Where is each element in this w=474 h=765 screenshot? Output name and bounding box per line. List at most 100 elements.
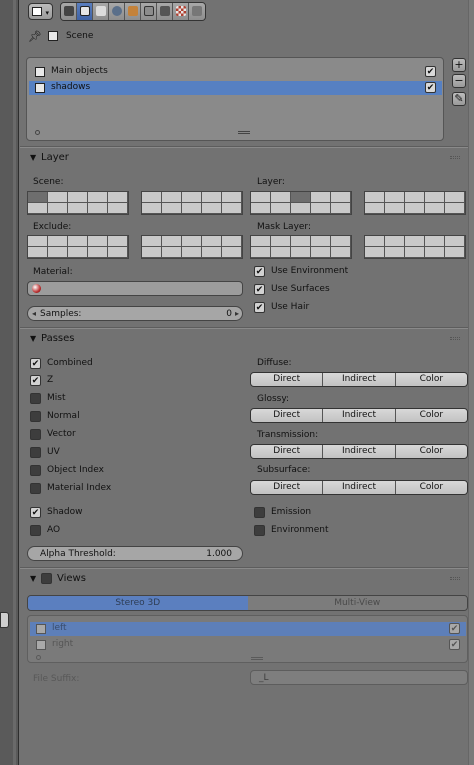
scene-layers-grid[interactable] [27,191,129,215]
tab-texture[interactable] [173,3,189,20]
use-surfaces-checkbox[interactable]: ✔ Use Surfaces [254,282,330,296]
glossy-indirect-button[interactable]: Indirect [323,409,396,422]
tab-object[interactable] [125,3,141,20]
pass-vector-checkbox[interactable]: Vector [30,427,76,441]
use-hair-checkbox[interactable]: ✔ Use Hair [254,300,309,314]
render-layer-layers-grid[interactable] [250,191,352,215]
exclude-layers-grid-2[interactable] [141,235,243,259]
scene-layers-grid-2[interactable] [141,191,243,215]
filter-options-toggle[interactable] [35,130,40,135]
tab-scene[interactable] [93,3,109,20]
tab-stereo-3d[interactable]: Stereo 3D [28,596,248,610]
checkbox-icon: ✔ [254,265,265,277]
panel-title: Layer [41,152,69,163]
decrement-arrow-icon[interactable]: ◂ [32,309,36,318]
passes-panel-header[interactable]: ▼ Passes [20,328,468,348]
use-environment-checkbox[interactable]: ✔ Use Environment [254,264,348,278]
filter-options-toggle[interactable] [36,655,41,660]
list-item[interactable]: left ✔ [30,622,466,636]
tab-render-layers[interactable] [77,3,93,20]
drag-grip-icon[interactable] [450,577,460,580]
subsurface-direct-button[interactable]: Direct [251,481,324,494]
render-layer-layers-grid-2[interactable] [364,191,466,215]
breadcrumb-scene-label: Scene [65,31,94,41]
left-editor-strip [0,0,19,765]
panel-title: Passes [41,333,75,344]
file-suffix-field[interactable]: _L [250,670,468,685]
alpha-threshold-slider[interactable]: Alpha Threshold: 1.000 [27,546,243,561]
pass-label: Shadow [47,507,83,517]
view-enabled-checkbox[interactable]: ✔ [449,639,460,650]
subsurface-color-button[interactable]: Color [395,481,467,494]
pass-mist-checkbox[interactable]: Mist [30,391,65,405]
transmission-color-button[interactable]: Color [395,445,467,458]
alpha-threshold-label: Alpha Threshold: [40,549,116,559]
views-panel-header[interactable]: ▼ Views [20,568,468,588]
glossy-color-button[interactable]: Color [395,409,467,422]
pass-material-index-checkbox[interactable]: Material Index [30,481,111,495]
list-resize-grip[interactable] [251,657,263,660]
subsurface-indirect-button[interactable]: Indirect [323,481,396,494]
drag-grip-icon[interactable] [450,156,460,159]
checkbox-icon: ✔ [30,374,41,386]
mask-layers-grid-2[interactable] [364,235,466,259]
pass-shadow-checkbox[interactable]: ✔ Shadow [30,505,83,519]
add-layer-button[interactable]: + [452,58,466,72]
list-item-label: Main objects [51,66,108,76]
tab-multi-view[interactable]: Multi-View [247,596,467,610]
pass-normal-checkbox[interactable]: Normal [30,409,80,423]
view-enabled-checkbox[interactable]: ✔ [449,623,460,634]
use-surfaces-label: Use Surfaces [271,284,330,294]
layer-enabled-checkbox[interactable]: ✔ [425,82,436,93]
pass-uv-checkbox[interactable]: UV [30,445,60,459]
transmission-indirect-button[interactable]: Indirect [323,445,396,458]
exclude-layers-grid[interactable] [27,235,129,259]
collapsed-region-tab[interactable] [0,612,9,628]
layer-panel-header[interactable]: ▼ Layer [20,147,468,167]
transmission-pass-buttons: Direct Indirect Color [250,444,468,459]
mask-layers-grid[interactable] [250,235,352,259]
pass-environment-checkbox[interactable]: Environment [254,523,328,537]
file-suffix-label: File Suffix: [33,674,80,684]
pass-ao-checkbox[interactable]: AO [30,523,60,537]
diffuse-direct-button[interactable]: Direct [251,373,324,386]
pass-object-index-checkbox[interactable]: Object Index [30,463,104,477]
list-resize-grip[interactable] [238,131,250,134]
tab-render[interactable] [61,3,77,20]
remove-layer-button[interactable]: − [452,74,466,88]
panel-scrollbar[interactable] [468,0,474,765]
tab-particles[interactable] [189,3,205,20]
pass-label: Emission [271,507,312,517]
views-format-tabs: Stereo 3D Multi-View [27,595,468,611]
tab-constraints[interactable] [141,3,157,20]
drag-grip-icon[interactable] [450,337,460,340]
glossy-direct-button[interactable]: Direct [251,409,324,422]
list-item[interactable]: right ✔ [30,638,466,652]
layer-enabled-checkbox[interactable]: ✔ [425,66,436,77]
pass-z-checkbox[interactable]: ✔ Z [30,373,53,387]
increment-arrow-icon[interactable]: ▸ [235,309,239,318]
pin-icon[interactable]: 📌︎ [28,30,42,43]
pass-combined-checkbox[interactable]: ✔ Combined [30,356,93,370]
tab-world[interactable] [109,3,125,20]
render-layer-icon [35,67,45,77]
editor-divider[interactable] [13,0,16,765]
views-enable-checkbox[interactable] [41,573,52,584]
material-override-field[interactable] [27,281,243,296]
list-item[interactable]: shadows ✔ [29,81,442,95]
editor-type-button[interactable]: ▾ [28,3,53,20]
render-layer-icon [35,83,45,93]
pass-label: Material Index [47,483,112,493]
collapse-triangle-icon: ▼ [30,334,37,343]
diffuse-indirect-button[interactable]: Indirect [323,373,396,386]
samples-field[interactable]: ◂ Samples: 0 ▸ [27,306,243,321]
pass-label: Object Index [47,465,104,475]
diffuse-color-button[interactable]: Color [395,373,467,386]
pass-emission-checkbox[interactable]: Emission [254,505,311,519]
eyedropper-icon[interactable]: ✎ [452,92,466,106]
tab-modifiers[interactable] [157,3,173,20]
list-item[interactable]: Main objects ✔ [29,65,442,79]
transmission-direct-button[interactable]: Direct [251,445,324,458]
samples-value: 0 [226,309,232,319]
camera-view-icon [36,624,46,634]
